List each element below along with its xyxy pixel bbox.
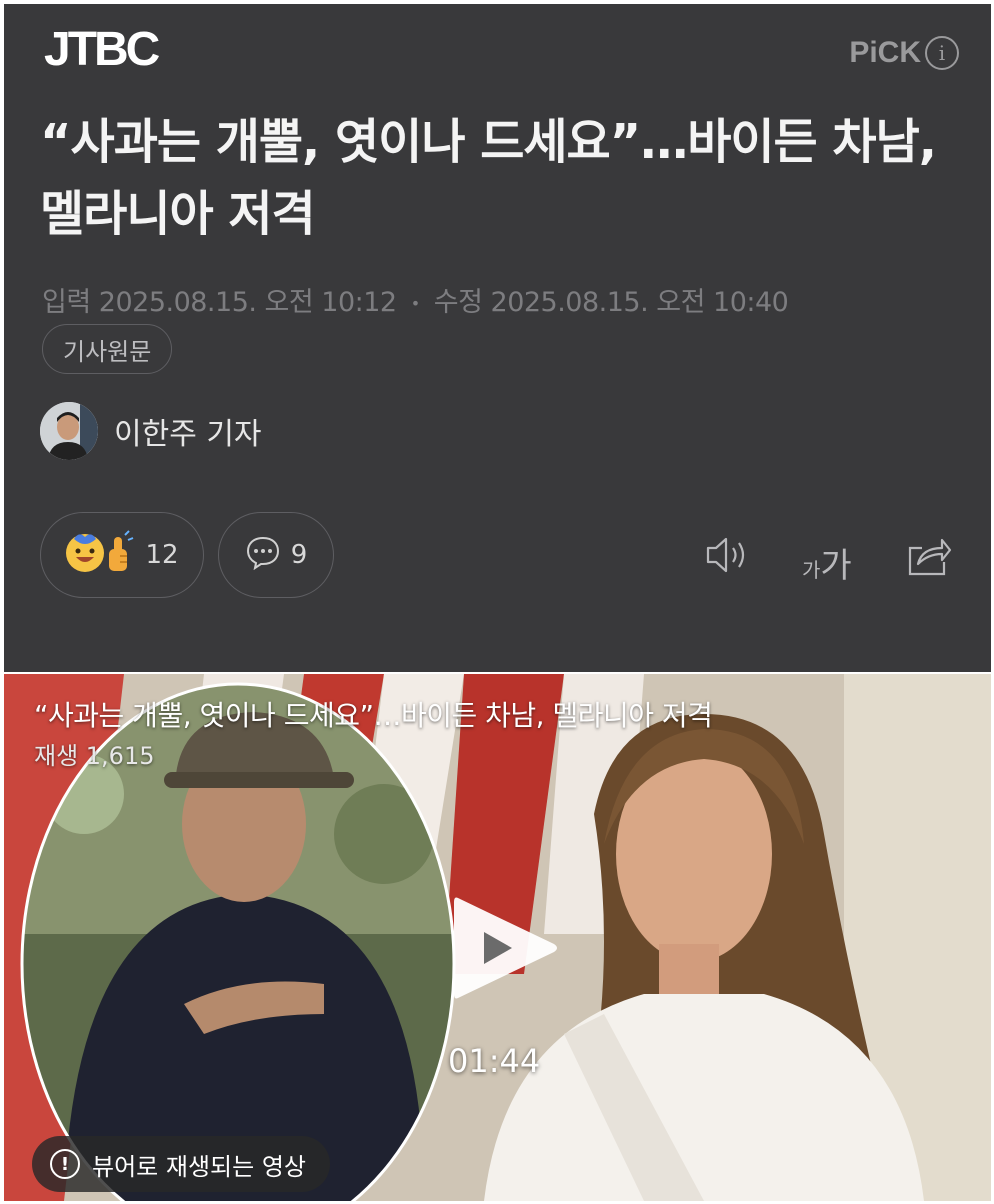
share-icon[interactable]: [904, 534, 952, 582]
modified-label: 수정: [433, 287, 483, 318]
viewer-notice-badge[interactable]: ! 뷰어로 재생되는 영상: [32, 1136, 330, 1192]
jtbc-logo[interactable]: JTBC: [44, 26, 160, 74]
comment-count: 9: [290, 540, 308, 570]
viewer-notice-text: 뷰어로 재생되는 영상: [92, 1152, 306, 1181]
play-icon: [454, 897, 557, 999]
comment-icon: [245, 534, 281, 577]
pick-label: PiCK: [849, 36, 921, 69]
original-article-button[interactable]: 기사원문: [42, 324, 173, 374]
article-dates: 입력 2025.08.15. 오전 10:12 • 수정 2025.08.15.…: [42, 280, 789, 319]
pick-badge[interactable]: PiCK i: [849, 36, 959, 70]
font-size-icon[interactable]: 가가: [802, 538, 852, 587]
play-button[interactable]: [444, 888, 564, 1008]
video-player[interactable]: “사과는 개뿔, 엿이나 드세요”…바이든 차남, 멜라니아 저격 재생 1,6…: [4, 674, 991, 1201]
exclamation-icon: !: [50, 1149, 80, 1179]
comment-button[interactable]: 9: [218, 512, 334, 598]
article-header: JTBC PiCK i “사과는 개뿔, 엿이나 드세요”…바이든 차남, 멜라…: [4, 4, 991, 672]
reaction-emoji-icon: [65, 529, 135, 582]
reaction-count: 12: [145, 540, 179, 570]
reporter-avatar: [40, 402, 98, 460]
font-small-label: 가: [802, 558, 821, 582]
reaction-button[interactable]: 12: [40, 512, 204, 598]
dot-separator: •: [410, 294, 420, 313]
article-headline: “사과는 개뿔, 엿이나 드세요”…바이든 차남, 멜라니아 저격: [40, 114, 937, 242]
speaker-icon[interactable]: [704, 534, 752, 580]
video-duration: 01:44: [448, 1042, 541, 1080]
reporter-info[interactable]: 이한주 기자: [40, 402, 262, 460]
font-large-label: 가: [820, 546, 852, 586]
reporter-name: 이한주 기자: [114, 417, 262, 452]
published-label: 입력: [42, 287, 91, 318]
published-date: 2025.08.15. 오전 10:12: [98, 287, 397, 318]
info-icon[interactable]: i: [925, 36, 959, 70]
video-title: “사과는 개뿔, 엿이나 드세요”…바이든 차남, 멜라니아 저격: [34, 699, 713, 732]
view-count: 재생 1,615: [34, 742, 155, 770]
modified-date: 2025.08.15. 오전 10:40: [490, 287, 789, 318]
